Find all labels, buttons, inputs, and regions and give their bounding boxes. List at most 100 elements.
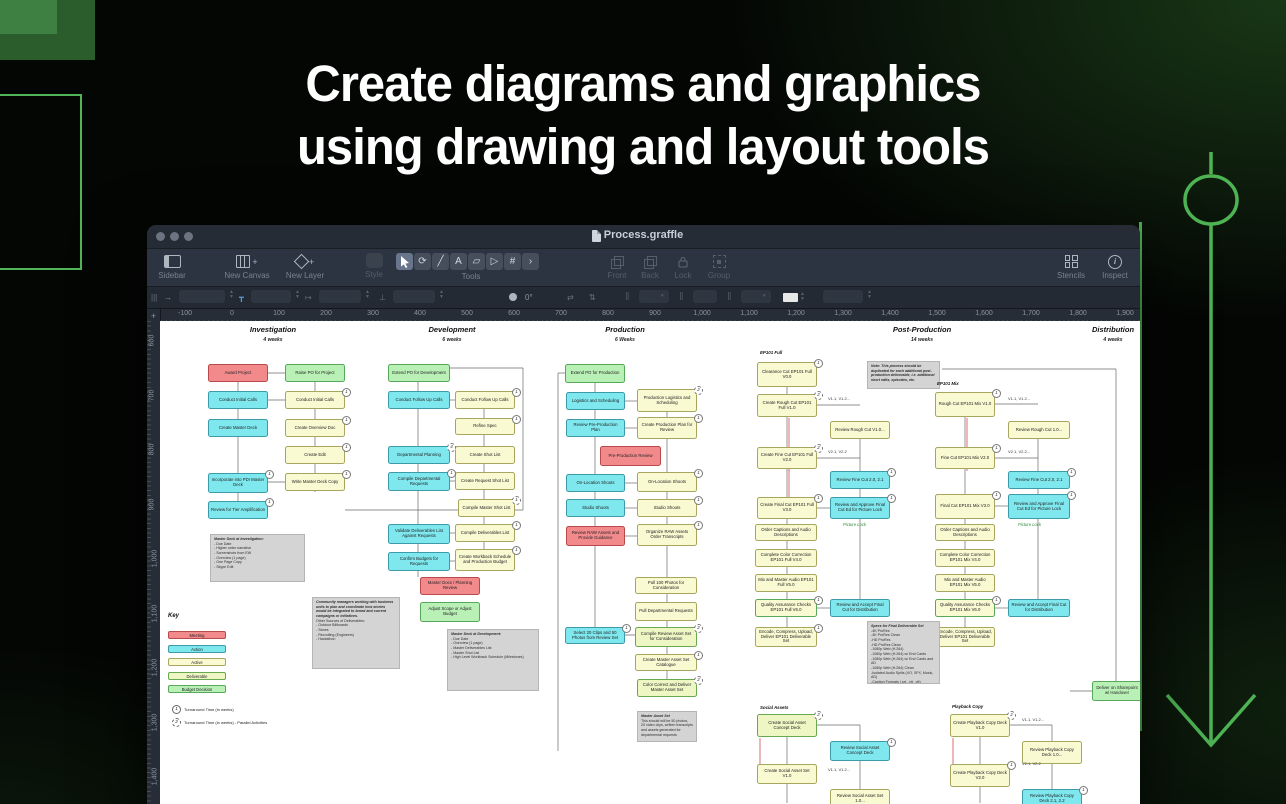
flow-node[interactable]: Logistics and Scheduling xyxy=(566,392,625,410)
canvas-text[interactable]: V2.1, V2.2... xyxy=(1008,449,1030,454)
flow-node[interactable]: On-Location Shoots xyxy=(637,472,697,492)
canvas-text[interactable]: V2.1, V2.2 xyxy=(828,449,847,454)
annotation-note[interactable]: Specs for Final Deliverable Set-4K ProRe… xyxy=(867,621,940,684)
key-swatch[interactable]: Deliverable xyxy=(168,672,226,680)
front-button[interactable]: Front xyxy=(602,253,632,280)
shape-tool-button[interactable]: ⟳ xyxy=(414,253,431,270)
flow-node[interactable]: Organize RAW Assets Order Transcripts xyxy=(637,524,697,546)
flow-node[interactable]: Review Fine Cut 2.0, 2.1 xyxy=(830,471,890,489)
shape-style-button[interactable] xyxy=(693,290,717,303)
new-layer-button[interactable]: + New Layer xyxy=(281,253,329,280)
flow-node[interactable]: On-Location Shoots xyxy=(566,474,625,492)
flow-node[interactable]: Adjust Scope or Adjust Budget xyxy=(420,602,480,622)
flow-node[interactable]: Write Master Deck Copy xyxy=(285,473,345,491)
x-position-stepper[interactable] xyxy=(179,290,225,303)
flow-node[interactable]: Create Production Plan for Review xyxy=(637,417,697,439)
stencils-button[interactable]: Stencils xyxy=(1052,253,1090,280)
flow-node[interactable]: Create Social Asset Set V1.0 xyxy=(757,764,817,784)
flow-node[interactable]: Validate Deliverables List Against Reque… xyxy=(388,524,450,544)
flow-node[interactable]: Conduct Follow Up Calls xyxy=(455,391,515,409)
artboard-tool-button[interactable]: ▱ xyxy=(468,253,485,270)
flow-node[interactable]: Conduct Follow Up Calls xyxy=(388,391,450,409)
flow-node[interactable]: Encode, Compress, Upload, Deliver EP101 … xyxy=(935,627,995,647)
flow-node[interactable]: Create Edit xyxy=(285,446,345,464)
flow-node[interactable]: Conduct Initial Calls xyxy=(208,391,268,409)
flow-node[interactable]: Review for Tier Amplification xyxy=(208,501,268,519)
document-canvas[interactable]: Investigation4 weeksDevelopment6 weeksPr… xyxy=(160,321,1140,804)
flow-node[interactable]: Studio Shoots xyxy=(566,499,625,517)
flow-node[interactable]: Review and Approve Final Cut Ed for Pict… xyxy=(1008,494,1070,519)
flow-node[interactable]: Create Playback Copy Deck V2.0 xyxy=(950,764,1010,787)
canvas-text[interactable]: Social Assets xyxy=(760,705,788,710)
flow-node[interactable]: Quality Assurance Checks EP101 Full V6.0 xyxy=(755,599,817,617)
style-well[interactable]: Style xyxy=(357,252,391,279)
flow-node[interactable]: Create Overview Doc xyxy=(285,419,345,437)
flow-node[interactable]: Create Social Asset Concept Deck xyxy=(757,714,817,737)
selection-tool-button[interactable] xyxy=(396,253,413,270)
flow-node[interactable]: Confirm Budgets for Requests xyxy=(388,552,450,571)
sidebar-button[interactable]: Sidebar xyxy=(155,253,189,280)
flow-node[interactable]: Review Social Asset Concept Deck xyxy=(830,741,890,761)
flow-node[interactable]: Create Rough Cut EP101 Full V1.0 xyxy=(757,394,817,417)
annotation-note[interactable]: Community managers working with business… xyxy=(312,597,400,669)
more-tools-button[interactable]: › xyxy=(522,253,539,270)
back-button[interactable]: Back xyxy=(636,253,664,280)
flow-node[interactable]: Compile Master Shot List xyxy=(458,499,515,517)
flow-node[interactable]: Complete Color Correction EP101 Full V4.… xyxy=(755,549,817,567)
key-swatch[interactable]: Active xyxy=(168,658,226,666)
flow-node[interactable]: Create Fine Cut EP101 Full V2.0 xyxy=(757,447,817,469)
point-editor-tool-button[interactable]: ▷ xyxy=(486,253,503,270)
flow-node[interactable]: Create Master Asset Set Catalogue xyxy=(635,654,697,671)
canvas-text[interactable]: V2.1, V2.2 xyxy=(1022,761,1041,766)
inspect-button[interactable]: i Inspect xyxy=(1097,253,1133,280)
flow-node[interactable]: Create Playback Copy Deck V1.0 xyxy=(950,714,1010,737)
line-tool-button[interactable]: ╱ xyxy=(432,253,449,270)
flow-node[interactable]: Order Captions and Audio Descriptions xyxy=(755,524,817,541)
canvas-text[interactable]: V1.1, V1.2... xyxy=(1008,396,1030,401)
lock-button[interactable]: Lock xyxy=(669,253,697,280)
flow-node[interactable]: Award Project xyxy=(208,364,268,382)
annotation-note[interactable]: Note: This process should be duplicated … xyxy=(867,361,940,389)
key-swatch[interactable]: Budget Decision xyxy=(168,685,226,693)
flow-node[interactable]: Clearance Cut EP101 Full V0.0 xyxy=(757,362,817,387)
flow-node[interactable]: Deliver on Sharepoint w/ Handover xyxy=(1092,681,1140,701)
y-position-stepper[interactable] xyxy=(251,290,291,303)
new-canvas-button[interactable]: + New Canvas xyxy=(221,253,273,280)
flow-node[interactable]: Review Rough Cut 1.0... xyxy=(1008,421,1070,439)
flow-node[interactable]: Review and Accept Final Cut for Distribu… xyxy=(1008,599,1070,617)
annotation-note[interactable]: Master Asset SetThis should will be 50 p… xyxy=(637,711,697,742)
flow-node[interactable]: Compile Deliverables List xyxy=(455,524,515,542)
flow-node[interactable]: Incorporate into PDI Master Deck xyxy=(208,473,268,493)
height-stepper[interactable] xyxy=(393,290,435,303)
flow-node[interactable]: Create Master Deck xyxy=(208,419,268,437)
flow-node[interactable]: Review and Approve Final Cut Ed for Pict… xyxy=(830,497,890,519)
key-swatch[interactable]: Meeting xyxy=(168,631,226,639)
fill-color-well[interactable]: ▲▼ xyxy=(783,290,805,304)
diagramming-tool-button[interactable]: # xyxy=(504,253,521,270)
group-button[interactable]: Group xyxy=(702,253,736,280)
flow-node[interactable]: Raise PO for Project xyxy=(285,364,345,382)
key-swatch[interactable]: Action xyxy=(168,645,226,653)
flow-node[interactable]: Rough Cut EP101 Mix V1.0 xyxy=(935,392,995,417)
flow-node[interactable]: Create Shot List xyxy=(455,446,515,464)
flip-horizontal-button[interactable]: ⇄ xyxy=(567,290,574,304)
canvas-text[interactable]: EP101 Full xyxy=(760,350,782,355)
canvas-text[interactable]: V1.1, V1.2... xyxy=(1022,717,1044,722)
flow-node[interactable]: Review and Accept Final Cut for Distribu… xyxy=(830,599,890,617)
flip-vertical-button[interactable]: ⇅ xyxy=(589,290,596,304)
canvas-text[interactable]: Picture Lock xyxy=(1018,522,1041,527)
canvas-text[interactable]: Picture Lock xyxy=(843,522,866,527)
flow-node[interactable]: Encode, Compress, Upload, Deliver EP101 … xyxy=(755,627,817,647)
flow-node[interactable]: Create Final Cut EP101 Full V3.0 xyxy=(757,497,817,519)
flow-node[interactable]: Master Docs / Planning Review xyxy=(420,577,480,595)
flow-node[interactable]: Review Rough Cut V1.0... xyxy=(830,421,890,439)
flow-node[interactable]: Mix and Master Audio EP101 Mix V5.0 xyxy=(935,574,995,592)
flow-node[interactable]: Production Logistics and Scheduling xyxy=(637,389,697,412)
flow-node[interactable]: Review Playback Copy Deck 2.1, 2.2 xyxy=(1022,789,1082,804)
flow-node[interactable]: Departmental Planning xyxy=(388,446,450,464)
canvas-text[interactable]: EP101 Mix xyxy=(937,381,959,386)
flow-node[interactable]: Mix and Master Audio EP101 Full V5.0 xyxy=(755,574,817,592)
annotation-note[interactable]: Master Deck at Development:- Due Date- O… xyxy=(447,629,539,691)
flow-node[interactable]: Review Pre-Production Plan xyxy=(566,419,625,437)
flow-node[interactable]: Studio Shoots xyxy=(637,499,697,517)
